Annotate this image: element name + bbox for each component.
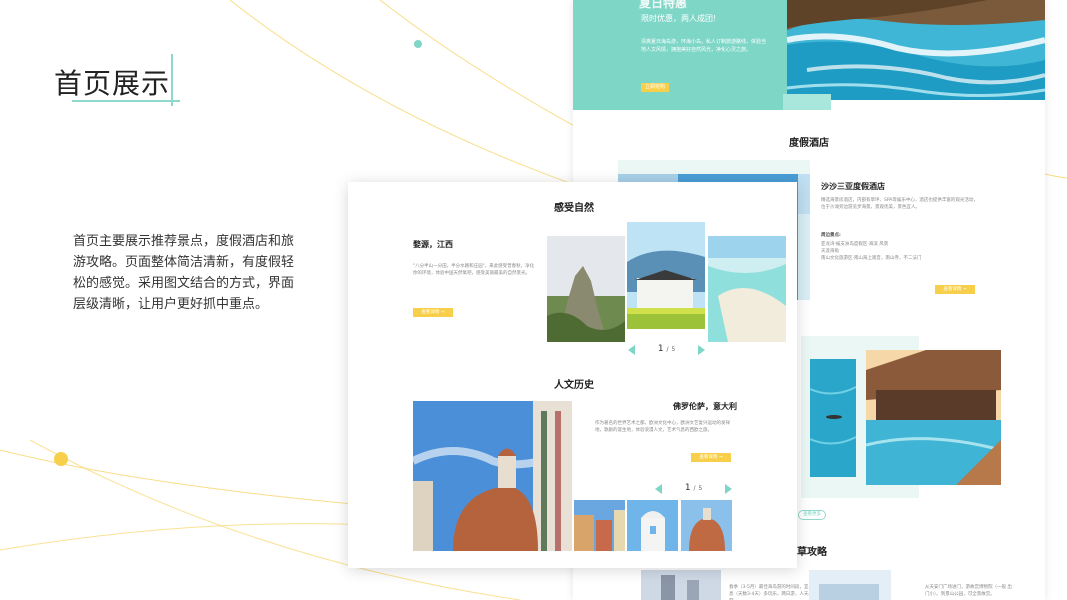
accent-dot-yellow [54,452,68,466]
hero-buy-button[interactable]: 立即抢购 [641,83,669,92]
nature-section-title: 感受自然 [554,203,594,214]
culture-pager: 1 / 5 [655,482,732,496]
hotel-detail-button[interactable]: 查看详情 → [935,285,975,294]
title-accent-vertical [171,54,173,106]
hero-sea-image [787,0,1045,100]
pool-resort-image [866,350,1001,485]
hotel-more-link[interactable]: 查看更多 [798,510,826,520]
guide-description-right: 从天安门广场进门，游故宫博物院（一般 出门小）。到景山公园，可全景故宫。 [925,585,1012,597]
hotel-features-title: 周边景点: [821,233,841,238]
hotel-section-title: 度假酒店 [789,138,829,149]
culture-thumb-church [627,500,678,551]
page-title: 首页展示 [54,67,171,100]
guide-section-title: 草攻略 [797,547,827,558]
pool-aerial-image [810,359,856,477]
nature-image-mountain [547,236,625,342]
hero-description: 清爽夏日海岛游，环海小岛，私人订制旅游路线，体验当地人文风情，拥抱美好自然风光，… [641,39,767,53]
nature-image-beach [708,236,786,342]
culture-thumb-dome [681,500,732,551]
nature-place-title: 婺源，江西 [413,240,453,249]
hero-heading: 夏日特惠 [639,0,688,10]
nature-pager: 1 / 5 [628,343,705,357]
culture-next-arrow-icon[interactable] [725,484,732,494]
guide-image-left [641,570,721,600]
hotel-feature: 亚龙湾·蜈支洲岛度假区·海滨 风景 [821,242,889,247]
hero-subtitle: 限时优惠，两人成团! [641,14,717,23]
nature-pager-total: 5 [671,346,676,353]
culture-detail-button[interactable]: 查看详情 → [691,453,731,462]
nature-next-arrow-icon[interactable] [698,345,705,355]
hero-banner: 夏日特惠 限时优惠，两人成团! 清爽夏日海岛游，环海小岛，私人订制旅游路线，体验… [573,0,1045,110]
guide-image-right [809,570,891,600]
hero-panel: 夏日特惠 限时优惠，两人成团! 清爽夏日海岛游，环海小岛，私人订制旅游路线，体验… [573,0,795,110]
nature-pager-sep: / [666,346,669,353]
culture-place-title: 佛罗伦萨，意大利 [673,402,737,411]
hotel-name: 沙沙三亚度假酒店 [821,182,885,191]
culture-place-description: 作为著名的世界艺术之都，欧洲文化中心，欧洲文艺复兴运动的发祥地，歌剧的诞生地，体… [595,421,730,433]
page-description: 首页主要展示推荐景点，度假酒店和旅游攻略。页面整体简洁清新，有度假轻松的感觉。采… [73,234,295,312]
title-accent-horizontal [72,100,180,102]
culture-image-cathedral [413,401,572,551]
culture-pager-current: 1 [684,483,691,493]
culture-section-title: 人文历史 [554,380,594,391]
hero-accent-stripe [783,94,831,110]
guide-description-left: 春季（3-5月）最佳海岛游的时间段，宜多休息（天数3-4天）多玩乐，两日游，人天… [729,585,818,600]
nature-place-description: "八分半山一分田，半分水路和庄园"，来此感受曾春秋，净化你的环境，体验中国天然氧… [413,264,535,276]
nature-pager-current: 1 [657,344,664,354]
hotel-feature: 南山文化旅游区·南山海上观音，南山寺，不二法门 [821,256,922,261]
culture-thumb-street [574,500,625,551]
nature-image-village [627,222,705,329]
culture-pager-sep: / [693,485,696,492]
hotel-features-list: 亚龙湾·蜈支洲岛度假区·海滨 风景 天涯海角 南山文化旅游区·南山海上观音，南山… [821,241,981,262]
accent-dot-teal [414,40,422,48]
culture-pager-total: 5 [698,485,703,492]
nature-detail-button[interactable]: 查看详情 → [413,308,453,317]
hotel-feature: 天涯海角 [821,249,839,254]
hotel-description: 精选海景房酒店，内部有草坪、SPA等娱乐中心，酒店也提供丰富的观光活动，位于沙滩… [821,198,978,210]
mockup-front-page: 感受自然 婺源，江西 "八分半山一分田，半分水路和庄园"，来此感受曾春秋，净化你… [348,182,797,568]
